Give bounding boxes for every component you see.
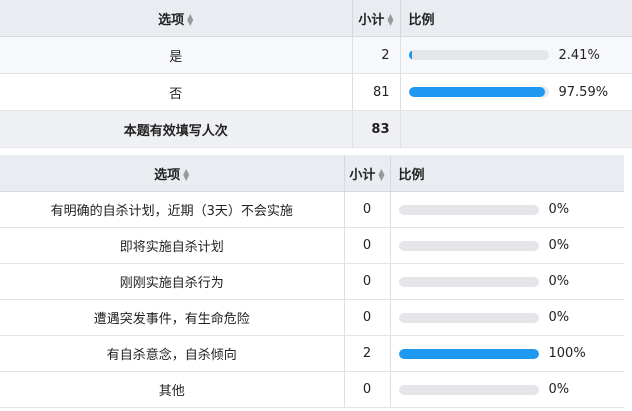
ratio-cell: 0% xyxy=(390,263,624,300)
count-value: 0 xyxy=(344,371,391,408)
progress-fill xyxy=(408,87,546,97)
progress-bar xyxy=(398,384,539,395)
table-row: 否 81 97.59% xyxy=(0,73,632,111)
progress-bar xyxy=(408,50,549,60)
column-header-count[interactable]: 小计 ▲ ▼ xyxy=(352,0,401,37)
progress-bar xyxy=(408,87,549,97)
count-value: 2 xyxy=(344,335,391,372)
table-row: 有明确的自杀计划，近期（3天）不会实施 0 0% xyxy=(0,191,624,228)
table-row: 刚刚实施自杀行为 0 0% xyxy=(0,263,624,300)
progress-bar xyxy=(398,312,539,323)
progress-bar xyxy=(398,348,539,359)
percent-label: 2.41% xyxy=(558,47,600,63)
option-label: 其他 xyxy=(0,371,345,408)
table-row: 即将实施自杀计划 0 0% xyxy=(0,227,624,264)
column-header-ratio: 比例 xyxy=(400,0,632,37)
ratio-cell: 97.59% xyxy=(400,73,632,111)
result-table-1: 选项 ▲ ▼ 小计 ▲ ▼ 比例 是 2 2.41% 否 81 97.59% 本题有效填… xyxy=(0,0,632,148)
ratio-cell: 2.41% xyxy=(400,36,632,74)
table-row: 是 2 2.41% xyxy=(0,36,632,74)
option-label: 否 xyxy=(0,73,353,111)
ratio-cell: 0% xyxy=(390,299,624,336)
percent-label: 100% xyxy=(548,346,586,361)
column-header-count[interactable]: 小计 ▲ ▼ xyxy=(344,155,391,192)
count-value: 0 xyxy=(344,263,391,300)
count-value: 81 xyxy=(352,73,401,111)
option-label: 有自杀意念，自杀倾向 xyxy=(0,335,345,372)
option-label: 有明确的自杀计划，近期（3天）不会实施 xyxy=(0,191,345,228)
progress-bar xyxy=(398,276,539,287)
progress-bar xyxy=(398,240,539,251)
ratio-cell: 0% xyxy=(390,227,624,264)
sort-arrows-icon[interactable]: ▲ ▼ xyxy=(387,13,393,27)
column-header-option[interactable]: 选项 ▲ ▼ xyxy=(0,155,345,192)
table-row: 遭遇突发事件，有生命危险 0 0% xyxy=(0,299,624,336)
ratio-cell: 0% xyxy=(390,191,624,228)
sort-arrows-icon[interactable]: ▲ ▼ xyxy=(378,168,384,182)
table-header: 选项 ▲ ▼ 小计 ▲ ▼ 比例 xyxy=(0,155,624,192)
count-value: 2 xyxy=(352,36,401,74)
table-row: 其他 0 0% xyxy=(0,371,624,408)
progress-fill xyxy=(408,50,412,60)
total-ratio-empty xyxy=(400,110,632,148)
column-header-option[interactable]: 选项 ▲ ▼ xyxy=(0,0,353,37)
percent-label: 0% xyxy=(548,310,570,325)
ratio-cell: 0% xyxy=(390,371,624,408)
table-header: 选项 ▲ ▼ 小计 ▲ ▼ 比例 xyxy=(0,0,632,37)
sort-arrows-icon[interactable]: ▲ ▼ xyxy=(187,13,193,27)
count-value: 0 xyxy=(344,227,391,264)
total-label: 本题有效填写人次 xyxy=(0,110,353,148)
percent-label: 0% xyxy=(548,382,570,397)
progress-fill xyxy=(398,348,539,359)
count-value: 0 xyxy=(344,299,391,336)
total-row: 本题有效填写人次 83 xyxy=(0,110,632,148)
column-header-ratio: 比例 xyxy=(390,155,624,192)
option-label: 刚刚实施自杀行为 xyxy=(0,263,345,300)
result-table-2: 选项 ▲ ▼ 小计 ▲ ▼ 比例 有明确的自杀计划，近期（3天）不会实施 0 0% 即将… xyxy=(0,155,624,408)
table-row: 有自杀意念，自杀倾向 2 100% xyxy=(0,335,624,372)
ratio-cell: 100% xyxy=(390,335,624,372)
progress-bar xyxy=(398,204,539,215)
percent-label: 0% xyxy=(548,202,570,217)
percent-label: 97.59% xyxy=(558,84,609,100)
option-label: 即将实施自杀计划 xyxy=(0,227,345,264)
sort-arrows-icon[interactable]: ▲ ▼ xyxy=(183,168,189,182)
count-value: 0 xyxy=(344,191,391,228)
option-label: 是 xyxy=(0,36,353,74)
percent-label: 0% xyxy=(548,238,570,253)
percent-label: 0% xyxy=(548,274,570,289)
total-count: 83 xyxy=(352,110,401,148)
option-label: 遭遇突发事件，有生命危险 xyxy=(0,299,345,336)
